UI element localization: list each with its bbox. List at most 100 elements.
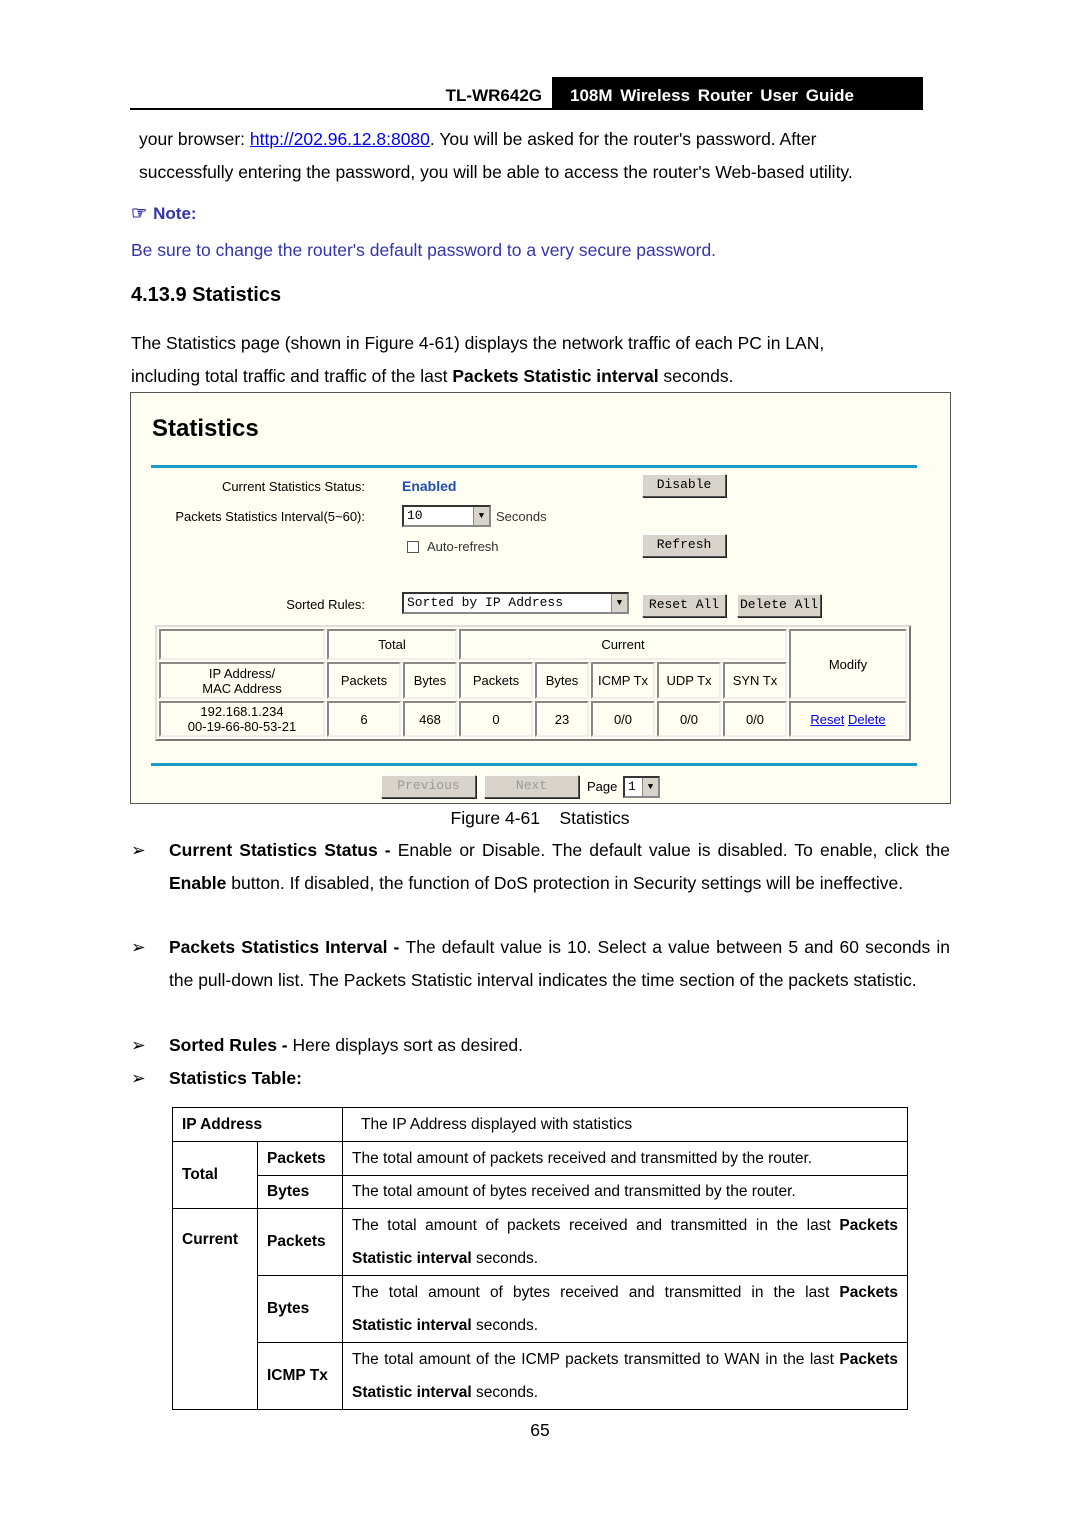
bullet-text-2: button. If disabled, the function of DoS… xyxy=(226,872,904,893)
page-select[interactable]: 1 ▼ xyxy=(623,776,660,798)
intro-paragraph: your browser: http://202.96.12.8:8080. Y… xyxy=(139,123,942,188)
intro-text: your browser: xyxy=(139,129,250,149)
intro-text-2: successfully entering the password, you … xyxy=(139,161,853,182)
refresh-button[interactable]: Refresh xyxy=(642,534,726,557)
note-text: Be sure to change the router's default p… xyxy=(131,240,717,260)
bullet-text: Here displays sort as desired. xyxy=(292,1035,524,1055)
router-url-link[interactable]: http://202.96.12.8:8080 xyxy=(250,129,430,149)
cell-modify: Reset Delete xyxy=(789,701,907,737)
bottom-divider xyxy=(151,763,917,766)
desc-current-label: Current xyxy=(172,1208,258,1410)
bullet-interval: ➢ Packets Statistics Interval - The defa… xyxy=(131,931,950,996)
header-current-bytes: Bytes xyxy=(535,662,589,699)
header-blank xyxy=(159,629,325,660)
desc-current-bytes-text: The total amount of bytes received and t… xyxy=(342,1275,908,1343)
section-text-2: including total traffic and traffic of t… xyxy=(131,365,453,386)
desc-total-bytes-label: Bytes xyxy=(257,1175,343,1209)
arrow-bullet-icon: ➢ xyxy=(131,1068,146,1088)
desc-total-label: Total xyxy=(172,1141,258,1209)
bullet-table: ➢ Statistics Table: xyxy=(131,1062,950,1095)
section-bold-term: Packets Statistic interval xyxy=(452,365,659,386)
header-model: TL-WR642G xyxy=(445,86,542,105)
statistics-screenshot: Statistics Current Statistics Status: En… xyxy=(130,392,951,804)
desc-suffix: seconds. xyxy=(471,1317,539,1334)
desc-total-packets-text: The total amount of packets received and… xyxy=(342,1141,908,1176)
note-heading: ☞ Note: xyxy=(131,203,197,224)
dropdown-arrow-icon: ▼ xyxy=(642,778,658,796)
table-row: 192.168.1.234 00-19-66-80-53-21 6 468 0 2… xyxy=(159,701,907,737)
interval-select[interactable]: 10 ▼ xyxy=(402,505,491,527)
bullet-status: ➢ Current Statistics Status - Enable or … xyxy=(131,834,950,899)
section-text-3: seconds. xyxy=(658,365,734,386)
desc-current-packets-label: Packets xyxy=(257,1208,343,1276)
header-syn-tx: SYN Tx xyxy=(723,662,787,699)
dropdown-arrow-icon: ▼ xyxy=(473,507,489,525)
cell-mac: 00-19-66-80-53-21 xyxy=(187,719,297,734)
header-guide-title: 108M Wireless Router User Guide xyxy=(552,77,923,110)
cell-udp-tx: 0/0 xyxy=(657,701,721,737)
interval-value: 10 xyxy=(407,508,423,523)
header-current-packets: Packets xyxy=(459,662,533,699)
next-button[interactable]: Next xyxy=(484,775,579,798)
desc-icmp-text: The total amount of the ICMP packets tra… xyxy=(342,1342,908,1410)
header-ip-mac: IP Address/MAC Address xyxy=(159,662,325,699)
section-text-1: The Statistics page (shown in Figure 4-6… xyxy=(131,333,825,353)
cell-ip: 192.168.1.234 xyxy=(200,704,284,719)
header-icmp-tx: ICMP Tx xyxy=(591,662,655,699)
desc-current-bytes-label: Bytes xyxy=(257,1275,343,1343)
bullet-term: Sorted Rules - xyxy=(169,1035,293,1055)
header-current: Current xyxy=(459,629,787,660)
header-total-packets: Packets xyxy=(327,662,401,699)
header-modify: Modify xyxy=(789,629,907,699)
status-value: Enabled xyxy=(402,478,457,494)
header-udp-tx: UDP Tx xyxy=(657,662,721,699)
delete-link[interactable]: Delete xyxy=(848,712,886,727)
bullet-term-2: Enable xyxy=(169,872,227,893)
desc-total-bytes-text: The total amount of bytes received and t… xyxy=(342,1175,908,1209)
page-number: 65 xyxy=(530,1420,550,1440)
top-divider xyxy=(151,465,917,468)
header-total: Total xyxy=(327,629,457,660)
sorted-rules-select[interactable]: Sorted by IP Address ▼ xyxy=(402,592,629,614)
bullet-term: Packets Statistics Interval - xyxy=(169,937,406,957)
auto-refresh-checkbox[interactable] xyxy=(407,541,419,553)
auto-refresh-label: Auto-refresh xyxy=(427,539,499,554)
desc-ip-label: IP Address xyxy=(172,1107,343,1142)
note-title: Note: xyxy=(153,203,197,223)
status-label: Current Statistics Status: xyxy=(221,479,365,494)
sorted-rules-value: Sorted by IP Address xyxy=(407,595,564,610)
arrow-bullet-icon: ➢ xyxy=(131,1035,146,1055)
bullet-term: Statistics Table: xyxy=(169,1068,302,1088)
desc-suffix: seconds. xyxy=(471,1250,539,1267)
cell-current-bytes: 23 xyxy=(535,701,589,737)
arrow-bullet-icon: ➢ xyxy=(131,840,146,860)
desc-icmp-label: ICMP Tx xyxy=(257,1342,343,1410)
cell-current-packets: 0 xyxy=(459,701,533,737)
description-table: IP Address The IP Address displayed with… xyxy=(172,1107,908,1410)
cell-total-packets: 6 xyxy=(327,701,401,737)
dropdown-arrow-icon: ▼ xyxy=(611,594,627,612)
bullet-sorted: ➢ Sorted Rules - Here displays sort as d… xyxy=(131,1029,950,1062)
page-value: 1 xyxy=(628,779,636,794)
desc-ip-text: The IP Address displayed with statistics xyxy=(342,1107,908,1142)
previous-button[interactable]: Previous xyxy=(381,775,476,798)
section-paragraph: The Statistics page (shown in Figure 4-6… xyxy=(131,327,950,392)
interval-label: Packets Statistics Interval(5~60): xyxy=(175,509,365,524)
delete-all-button[interactable]: Delete All xyxy=(737,594,821,617)
reset-all-button[interactable]: Reset All xyxy=(642,594,726,617)
statistics-table: Total Current Modify IP Address/MAC Addr… xyxy=(155,625,911,741)
cell-syn-tx: 0/0 xyxy=(723,701,787,737)
arrow-bullet-icon: ➢ xyxy=(131,937,146,957)
sorted-rules-label: Sorted Rules: xyxy=(286,597,365,612)
disable-button[interactable]: Disable xyxy=(642,474,726,497)
cell-ip-mac: 192.168.1.234 00-19-66-80-53-21 xyxy=(159,701,325,737)
desc-text: The total amount of bytes received and t… xyxy=(352,1284,840,1301)
desc-suffix: seconds. xyxy=(471,1384,539,1401)
header-total-bytes: Bytes xyxy=(403,662,457,699)
pointing-hand-icon: ☞ xyxy=(131,203,148,223)
desc-total-packets-label: Packets xyxy=(257,1141,343,1176)
reset-link[interactable]: Reset xyxy=(810,712,844,727)
figure-page-title: Statistics xyxy=(152,415,259,442)
figure-caption: Figure 4-61 Statistics xyxy=(450,808,630,828)
page-label: Page xyxy=(587,779,618,794)
